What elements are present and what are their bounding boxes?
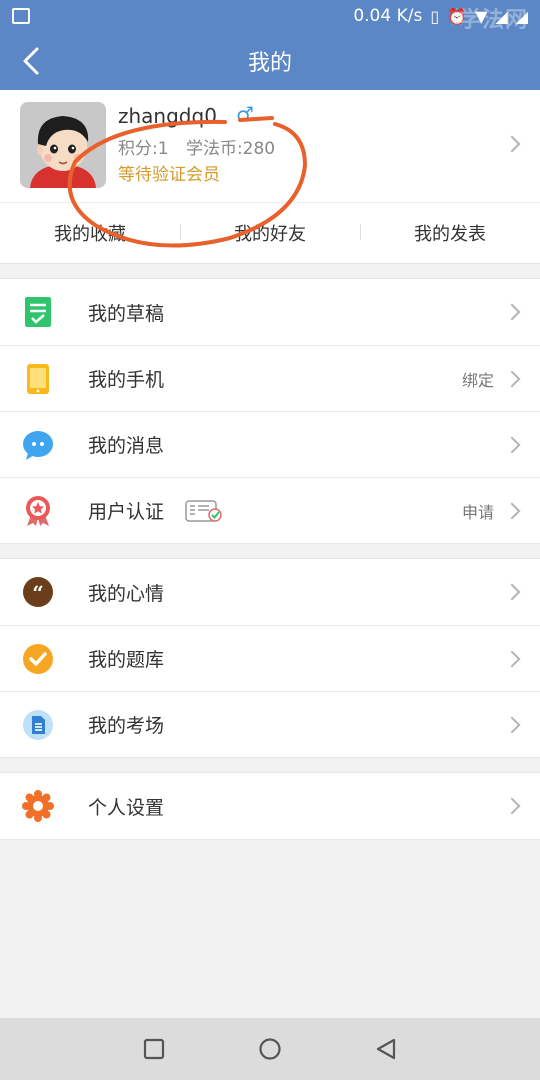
tab-friends[interactable]: 我的好友	[180, 220, 360, 246]
home-circle-icon[interactable]	[258, 1037, 282, 1061]
settings-icon	[22, 790, 54, 822]
page-title: 我的	[247, 51, 292, 76]
coins-value: 学法币:280	[185, 139, 276, 159]
menu-item-label: 我的消息	[88, 435, 165, 457]
back-arrow-icon[interactable]	[18, 46, 48, 76]
chevron-right-icon	[503, 135, 521, 153]
avatar-cartoon-icon	[20, 102, 106, 188]
menu-item-label: 我的心情	[88, 582, 165, 605]
chevron-right-icon	[503, 650, 521, 668]
menu-group-1: 我的草稿 我的手机 绑定 我的消息 用户认证 申请	[0, 278, 540, 544]
menu-item-exam-room[interactable]: 我的考场	[0, 691, 540, 757]
draft-icon	[25, 297, 51, 327]
chevron-right-icon	[503, 797, 521, 815]
chevron-right-icon	[503, 502, 521, 520]
back-triangle-icon[interactable]	[374, 1037, 398, 1061]
member-status: 等待验证会员	[118, 165, 220, 185]
phone-icon	[27, 364, 49, 394]
chevron-right-icon	[503, 436, 521, 454]
vibrate-icon: ▯	[430, 6, 440, 26]
menu-item-mood[interactable]: “ 我的心情	[0, 559, 540, 625]
question-bank-icon	[23, 644, 53, 674]
app-header: 我的	[0, 32, 540, 90]
chevron-right-icon	[503, 583, 521, 601]
bind-status: 绑定	[461, 370, 494, 390]
message-icon	[23, 431, 53, 460]
menu-item-label: 我的题库	[88, 649, 165, 671]
menu-item-label: 个人设置	[88, 796, 165, 819]
profile-card[interactable]: zhangdq0 ♂ 积分:1 学法币:280 等待验证会员	[0, 90, 540, 202]
menu-item-question-bank[interactable]: 我的题库	[0, 625, 540, 691]
chevron-right-icon	[503, 370, 521, 388]
recents-square-icon[interactable]	[142, 1037, 166, 1061]
menu-item-label: 我的考场	[88, 715, 165, 737]
menu-item-settings[interactable]: 个人设置	[0, 773, 540, 839]
points-line: 积分:1 学法币:280	[118, 134, 275, 159]
menu-group-2: “ 我的心情 我的题库 我的考场	[0, 558, 540, 758]
profile-tabs: 我的收藏 我的好友 我的发表	[0, 202, 540, 264]
chevron-right-icon	[503, 716, 521, 734]
tab-favorites[interactable]: 我的收藏	[0, 220, 180, 246]
apply-status: 申请	[461, 502, 494, 522]
network-speed: 0.04 K/s	[353, 6, 423, 26]
menu-item-certification[interactable]: 用户认证 申请	[0, 477, 540, 543]
username: zhangdq0	[118, 104, 217, 128]
menu-item-label: 用户认证	[88, 501, 165, 523]
mood-icon: “	[23, 577, 53, 607]
status-bar: 0.04 K/s ▯ ⏰ ▼ ◢ ◢ 学法网	[0, 0, 540, 33]
tab-posts[interactable]: 我的发表	[360, 220, 540, 246]
avatar[interactable]	[20, 102, 106, 188]
system-nav-bar	[0, 1018, 540, 1080]
chevron-right-icon	[503, 303, 521, 321]
menu-item-label: 我的手机	[88, 369, 165, 391]
image-notification-icon	[12, 8, 30, 24]
menu-item-phone[interactable]: 我的手机 绑定	[0, 345, 540, 411]
id-card-verified-icon	[185, 500, 222, 522]
watermark: 学法网	[458, 8, 528, 33]
certification-icon	[26, 496, 50, 526]
menu-item-label: 我的草稿	[88, 302, 165, 325]
points-value: 积分:1	[118, 139, 169, 159]
svg-text:“: “	[32, 581, 44, 605]
exam-room-icon	[23, 710, 53, 740]
menu-item-drafts[interactable]: 我的草稿	[0, 279, 540, 345]
menu-item-messages[interactable]: 我的消息	[0, 411, 540, 477]
gender-icon: ♂	[236, 102, 254, 126]
menu-group-3: 个人设置	[0, 772, 540, 840]
